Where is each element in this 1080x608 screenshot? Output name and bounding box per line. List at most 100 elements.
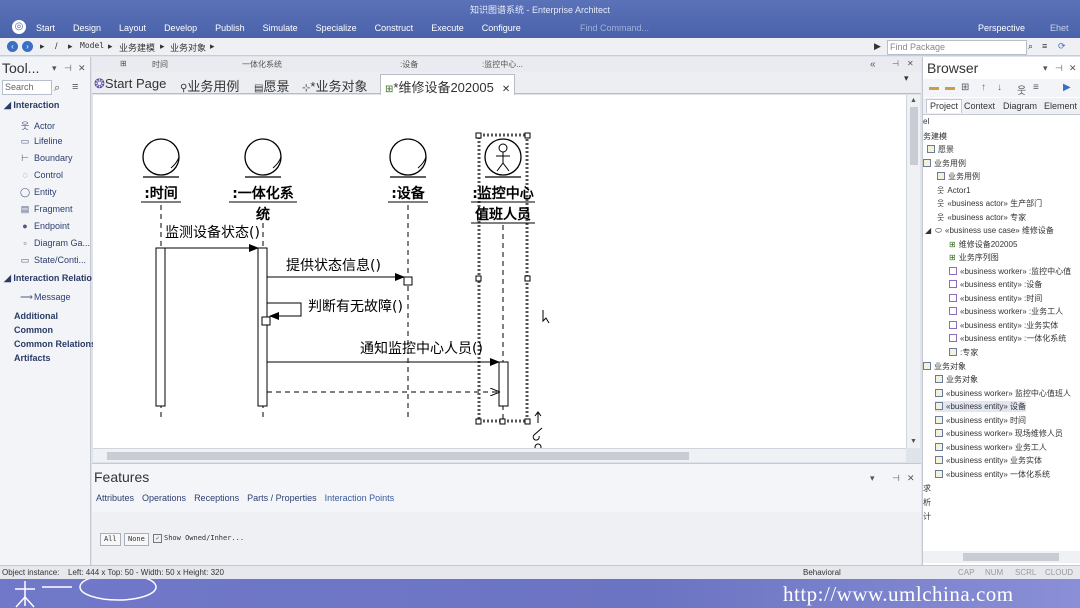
menu-specialize[interactable]: Specialize <box>316 23 357 33</box>
tree-item[interactable]: «business worker» 业务工人 <box>935 442 1047 453</box>
play-icon[interactable]: ▶ <box>1063 82 1071 93</box>
tab-business-objects[interactable]: ⊹*业务对象 <box>302 76 367 95</box>
tree-item[interactable]: ⊞ 业务序列图 <box>949 252 999 263</box>
pin-icon[interactable]: ⊣ <box>892 59 899 68</box>
tree-item[interactable]: 业务用例 <box>937 171 980 182</box>
activation-bar[interactable] <box>257 247 268 407</box>
scroll-up-icon[interactable]: ▲ <box>910 97 917 104</box>
tab-interaction-points[interactable]: Interaction Points <box>325 493 395 503</box>
tool-lifeline[interactable]: ▭ Lifeline <box>20 136 63 147</box>
move-down-icon[interactable]: ↓ <box>997 82 1002 93</box>
tree-item-selected[interactable]: «business entity» 设备 <box>935 401 1027 412</box>
section-common-relations[interactable]: Common Relations <box>14 339 96 349</box>
new-diagram-icon[interactable]: ⊞ <box>961 82 969 93</box>
tree-item[interactable]: 计 <box>923 511 931 522</box>
find-command-input[interactable]: Find Command... <box>580 23 649 33</box>
breadcrumb-business-modeling[interactable]: 业务建模 <box>119 41 155 54</box>
scroll-thumb[interactable] <box>107 452 689 460</box>
tool-actor[interactable]: 웃 Actor <box>20 119 55 132</box>
expand-icon[interactable]: ▶ <box>874 41 881 52</box>
tree-item[interactable]: 析 <box>923 497 931 508</box>
tab-parts-properties[interactable]: Parts / Properties <box>247 493 317 503</box>
tree-item[interactable]: «business entity» :一体化系统 <box>949 333 1066 344</box>
double-chevron-left-icon[interactable]: « <box>870 59 876 70</box>
menu-develop[interactable]: Develop <box>164 23 197 33</box>
tree-item[interactable]: «business worker» 现场维修人员 <box>935 428 1063 439</box>
tool-diagram-gate[interactable]: ▫ Diagram Ga... <box>20 238 90 248</box>
tree-item[interactable]: el <box>923 117 929 126</box>
section-additional[interactable]: Additional <box>14 311 58 321</box>
tab-diagram[interactable]: Diagram <box>1003 101 1037 111</box>
scroll-thumb[interactable] <box>963 553 1059 561</box>
section-artifacts[interactable]: Artifacts <box>14 353 51 363</box>
pin-icon[interactable]: ⊣ <box>64 63 72 74</box>
show-owned-checkbox[interactable]: ✓ Show Owned/Inher... <box>153 534 244 543</box>
lifeline-monitor-center-staff[interactable]: :监控中心 值班人员 <box>471 132 535 425</box>
diagram-vertical-scrollbar[interactable]: ▲ ▼ <box>906 95 920 448</box>
tool-boundary[interactable]: ⊢ Boundary <box>20 153 72 164</box>
close-icon[interactable]: ✕ <box>1069 63 1077 74</box>
tab-operations[interactable]: Operations <box>142 493 186 503</box>
search-icon[interactable]: ⌕ <box>1028 41 1033 52</box>
tree-item[interactable]: 业务对象 <box>935 374 978 385</box>
tab-receptions[interactable]: Receptions <box>194 493 239 503</box>
tree-item[interactable]: 求 <box>923 483 931 494</box>
scroll-thumb[interactable] <box>910 107 918 165</box>
tree-item[interactable]: 业务对象 <box>923 361 966 372</box>
message-notify-monitor-staff[interactable]: 通知监控中心人员() <box>267 340 500 366</box>
tree-item[interactable]: «business worker» 监控中心值班人 <box>935 388 1071 399</box>
breadcrumb-root[interactable]: / <box>55 41 58 51</box>
user-icon[interactable]: 웃 <box>1017 82 1026 97</box>
scroll-down-icon[interactable]: ▼ <box>910 438 917 445</box>
find-package-input[interactable]: Find Package <box>887 40 1027 55</box>
tree-item[interactable]: 务建模 <box>923 131 947 142</box>
activation-bar[interactable] <box>498 361 509 407</box>
tree-item[interactable]: 愿景 <box>927 144 954 155</box>
pin-icon[interactable]: ⊣ <box>892 473 900 484</box>
breadcrumb-business-objects[interactable]: 业务对象 <box>170 41 206 54</box>
tool-message[interactable]: ⟶Message <box>20 292 71 303</box>
dropdown-icon[interactable]: ▾ <box>52 63 57 74</box>
tab-business-use-case[interactable]: ⚲业务用例 <box>180 76 239 95</box>
search-icon[interactable]: ⌕ <box>54 82 60 95</box>
close-icon[interactable]: ✕ <box>907 473 915 484</box>
all-button[interactable]: All <box>100 533 121 546</box>
activation-bar[interactable] <box>155 247 166 407</box>
tree-item[interactable]: «business entity» :时间 <box>949 293 1042 304</box>
tab-element[interactable]: Element <box>1044 101 1077 111</box>
menu-icon[interactable]: ≡ <box>72 81 78 93</box>
tree-item[interactable]: «business entity» 一体化系统 <box>935 469 1050 480</box>
lifeline-integrated-system[interactable]: :一体化系 统 <box>229 138 297 420</box>
tool-control[interactable]: ◌ Control <box>20 170 63 180</box>
menu-start[interactable]: Start <box>36 23 55 33</box>
menu-icon[interactable]: ≡ <box>1033 82 1039 93</box>
section-interaction-relations[interactable]: ◢ Interaction Relatio <box>4 273 92 284</box>
none-button[interactable]: None <box>124 533 149 546</box>
tree-item[interactable]: ⊞ 维修设备202005 <box>949 239 1017 250</box>
tool-fragment[interactable]: ▤ Fragment <box>20 204 73 215</box>
close-icon[interactable]: ✕ <box>78 63 86 74</box>
tool-endpoint[interactable]: ● Endpoint <box>20 221 69 231</box>
tree-item[interactable]: «business worker» :业务工人 <box>949 306 1063 317</box>
tree-item[interactable]: «business entity» 业务实体 <box>935 455 1042 466</box>
menu-layout[interactable]: Layout <box>119 23 146 33</box>
move-up-icon[interactable]: ↑ <box>981 82 986 93</box>
tree-item[interactable]: :专家 <box>949 347 978 358</box>
section-interaction[interactable]: ◢ Interaction <box>4 100 59 111</box>
tree-item[interactable]: ◢ ⬭ «business use case» 维修设备 <box>925 225 1054 236</box>
tab-repair-device-202005[interactable]: ⊞*维修设备202005 ✕ <box>380 74 516 96</box>
quicklinker-icon[interactable] <box>532 411 543 448</box>
tree-item[interactable]: 웃 «business actor» 专家 <box>937 212 1026 223</box>
message-check-fault[interactable]: 判断有无故障() <box>267 299 403 320</box>
refresh-icon[interactable]: ⟳ <box>1058 41 1066 52</box>
user-name[interactable]: Ehet <box>1050 23 1069 33</box>
menu-design[interactable]: Design <box>73 23 101 33</box>
lifeline-device[interactable]: :设备 <box>388 138 428 420</box>
tree-item[interactable]: 웃 Actor1 <box>937 185 971 196</box>
tree-item[interactable]: «business entity» :设备 <box>949 279 1042 290</box>
lifeline-time[interactable]: :时间 <box>141 138 181 420</box>
menu-icon[interactable]: ≡ <box>1042 41 1047 51</box>
perspective-button[interactable]: Perspective <box>978 23 1025 33</box>
dropdown-icon[interactable]: ▾ <box>870 473 875 484</box>
close-icon[interactable]: ✕ <box>502 84 510 95</box>
